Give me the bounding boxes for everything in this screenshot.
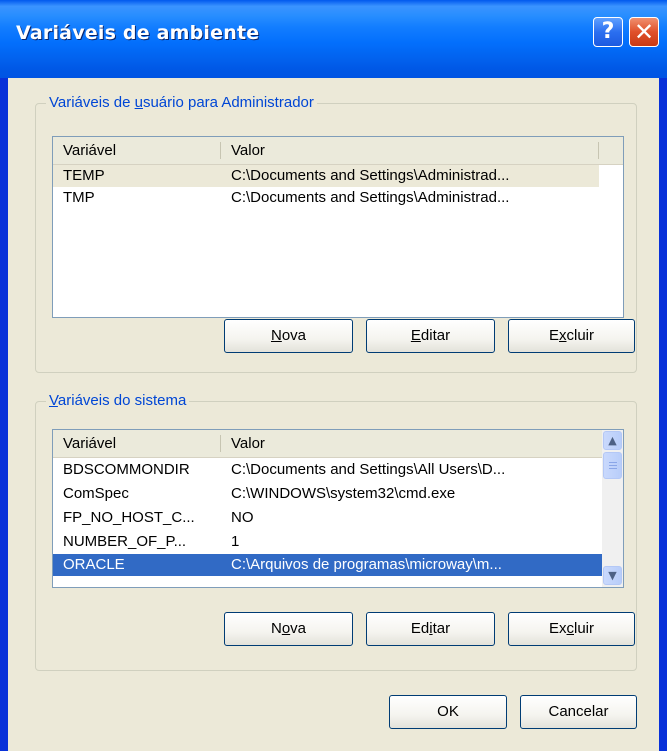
list-row-temp[interactable]: TEMP C:\Documents and Settings\Administr…	[53, 165, 599, 187]
scroll-down-button[interactable]: ▼	[603, 566, 622, 585]
list-row-fp-no-host[interactable]: FP_NO_HOST_C... NO	[53, 507, 602, 529]
user-variables-group: Variáveis de usuário para Administrador …	[35, 94, 637, 373]
help-button[interactable]: ?	[593, 17, 623, 47]
system-edit-button[interactable]: Editar	[366, 612, 495, 646]
column-header-value[interactable]: Valor	[221, 430, 602, 457]
column-header-value[interactable]: Valor	[221, 137, 599, 164]
system-variables-legend: Variáveis do sistema	[46, 392, 190, 410]
scrollbar-thumb[interactable]	[603, 452, 622, 479]
system-delete-button[interactable]: Excluir	[508, 612, 635, 646]
list-row-number-of-processors[interactable]: NUMBER_OF_P... 1	[53, 531, 602, 553]
list-row-tmp[interactable]: TMP C:\Documents and Settings\Administra…	[53, 187, 599, 209]
title-bar[interactable]: Variáveis de ambiente ? ✕	[0, 0, 667, 78]
column-header-variable[interactable]: Variável	[53, 137, 221, 164]
user-variables-legend: Variáveis de usuário para Administrador	[46, 94, 317, 112]
user-edit-button[interactable]: Editar	[366, 319, 495, 353]
dialog-body: Variáveis de usuário para Administrador …	[8, 78, 659, 751]
user-new-button[interactable]: Nova	[224, 319, 353, 353]
list-row-bdscommondir[interactable]: BDSCOMMONDIR C:\Documents and Settings\A…	[53, 459, 602, 481]
window-title: Variáveis de ambiente	[16, 22, 260, 44]
scroll-up-icon: ▲	[608, 434, 617, 447]
list-row-comspec[interactable]: ComSpec C:\WINDOWS\system32\cmd.exe	[53, 483, 602, 505]
scroll-down-icon: ▼	[608, 569, 617, 582]
list-header: Variável Valor	[53, 137, 623, 165]
system-variables-group: Variáveis do sistema Variável Valor BDSC…	[35, 392, 637, 671]
column-header-variable[interactable]: Variável	[53, 430, 221, 457]
scroll-up-button[interactable]: ▲	[603, 431, 622, 450]
help-icon: ?	[601, 19, 615, 44]
list-row-oracle[interactable]: ORACLE C:\Arquivos de programas\microway…	[53, 554, 602, 576]
system-new-button[interactable]: Nova	[224, 612, 353, 646]
dialog-window: Variáveis de ambiente ? ✕ Variáveis de u…	[0, 0, 667, 751]
ok-button[interactable]: OK	[389, 695, 507, 729]
user-variables-list[interactable]: Variável Valor TEMP C:\Documents and Set…	[52, 136, 624, 318]
cancel-button[interactable]: Cancelar	[520, 695, 637, 729]
close-button[interactable]: ✕	[629, 17, 659, 47]
user-delete-button[interactable]: Excluir	[508, 319, 635, 353]
system-variables-list[interactable]: Variável Valor BDSCOMMONDIR C:\Documents…	[52, 429, 624, 588]
vertical-scrollbar[interactable]: ▲ ▼	[602, 430, 623, 587]
close-icon: ✕	[633, 18, 655, 46]
list-header: Variável Valor	[53, 430, 602, 458]
